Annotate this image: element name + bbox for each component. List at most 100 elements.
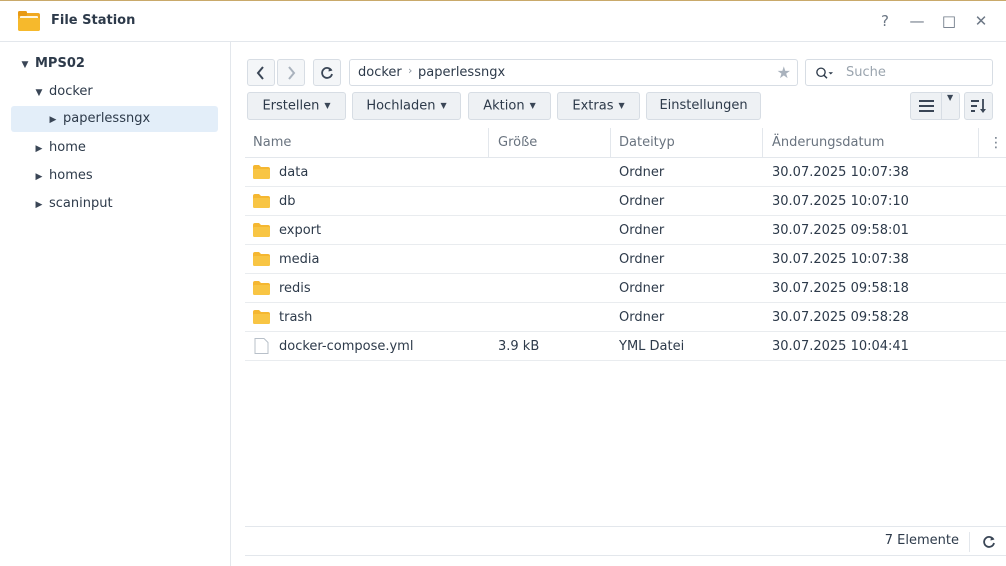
caret-right-icon[interactable]: ▶ — [32, 164, 46, 190]
dropdown-arrow-icon: ▼ — [324, 101, 331, 110]
table-row[interactable]: redis Ordner 30.07.2025 09:58:18 — [245, 274, 1006, 303]
file-type: Ordner — [619, 165, 665, 180]
item-count: 7 Elemente — [884, 533, 959, 548]
table-row[interactable]: media Ordner 30.07.2025 10:07:38 — [245, 245, 1006, 274]
file-size: 3.9 kB — [498, 339, 540, 354]
folder-tree-sidebar: ▼ MPS02 ▼ docker ▶ paperlessngx ▶ home ▶ home… — [0, 42, 231, 566]
tree-item-label: home — [49, 140, 86, 155]
path-bar[interactable]: docker › paperlessngx ★ — [349, 59, 798, 86]
divider — [941, 93, 942, 119]
file-name: data — [279, 165, 309, 180]
back-button[interactable] — [247, 59, 275, 86]
breadcrumb-paperlessngx[interactable]: paperlessngx — [418, 65, 505, 80]
search-icon[interactable] — [815, 64, 833, 82]
tree-item-scaninput[interactable]: ▶ scaninput — [32, 191, 113, 217]
maximize-button[interactable]: □ — [939, 11, 959, 31]
caret-right-icon[interactable]: ▶ — [46, 107, 60, 133]
refresh-icon — [321, 67, 333, 79]
caret-right-icon[interactable]: ▶ — [32, 192, 46, 218]
file-modified: 30.07.2025 10:07:10 — [772, 194, 909, 209]
file-modified: 30.07.2025 10:04:41 — [772, 339, 909, 354]
tree-root-label: MPS02 — [35, 56, 85, 71]
folder-icon — [253, 281, 270, 295]
tree-item-docker[interactable]: ▼ docker — [32, 79, 93, 105]
column-header-type[interactable]: Dateityp — [611, 128, 675, 158]
file-modified: 30.07.2025 10:07:38 — [772, 165, 909, 180]
file-name: trash — [279, 310, 313, 325]
caret-right-icon[interactable]: ▶ — [32, 136, 46, 162]
table-row[interactable]: docker-compose.yml 3.9 kB YML Datei 30.07.2… — [245, 332, 1006, 361]
table-row[interactable]: db Ordner 30.07.2025 10:07:10 — [245, 187, 1006, 216]
breadcrumb-docker[interactable]: docker — [358, 65, 402, 80]
tree-item-home[interactable]: ▶ home — [32, 135, 86, 161]
file-name: db — [279, 194, 296, 209]
tree-item-label: docker — [49, 84, 93, 99]
folder-icon — [253, 310, 270, 324]
search-input[interactable]: Suche — [846, 65, 886, 80]
file-station-window: File Station ? — □ ✕ ▼ MPS02 ▼ docker ▶ pap… — [0, 0, 1006, 566]
file-modified: 30.07.2025 10:07:38 — [772, 252, 909, 267]
settings-button-label: Einstellungen — [659, 98, 748, 113]
file-modified: 30.07.2025 09:58:01 — [772, 223, 909, 238]
tree-item-label: paperlessngx — [63, 111, 151, 126]
upload-button[interactable]: Hochladen ▼ — [352, 92, 461, 120]
column-divider[interactable] — [978, 128, 979, 158]
search-box[interactable]: Suche — [805, 59, 993, 86]
help-button[interactable]: ? — [875, 11, 895, 31]
file-name: media — [279, 252, 320, 267]
view-mode-button[interactable]: ▼ — [910, 92, 960, 120]
file-name: docker-compose.yml — [279, 339, 414, 354]
file-type: Ordner — [619, 281, 665, 296]
table-row[interactable]: data Ordner 30.07.2025 10:07:38 — [245, 158, 1006, 187]
status-bar: 7 Elemente — [245, 526, 1006, 556]
create-button[interactable]: Erstellen ▼ — [247, 92, 346, 120]
tree-item-paperlessngx[interactable]: ▶ paperlessngx — [11, 106, 218, 132]
tools-button[interactable]: Extras ▼ — [557, 92, 640, 120]
star-icon[interactable]: ★ — [777, 63, 791, 82]
file-type: Ordner — [619, 252, 665, 267]
file-icon — [254, 338, 269, 354]
folder-icon — [253, 194, 270, 208]
chevron-left-icon — [256, 66, 264, 80]
app-title: File Station — [51, 13, 136, 28]
caret-down-icon[interactable]: ▼ — [32, 80, 46, 106]
table-row[interactable]: trash Ordner 30.07.2025 09:58:28 — [245, 303, 1006, 332]
main-panel: docker › paperlessngx ★ Suche Erstellen ▼… — [232, 42, 1006, 566]
folder-icon — [253, 252, 270, 266]
column-divider[interactable] — [488, 128, 489, 158]
column-menu-icon[interactable]: ⋮ — [981, 128, 1003, 158]
close-button[interactable]: ✕ — [971, 11, 991, 31]
table-row[interactable]: export Ordner 30.07.2025 09:58:01 — [245, 216, 1006, 245]
refresh-icon[interactable] — [982, 535, 996, 549]
minimize-button[interactable]: — — [907, 11, 927, 31]
refresh-button[interactable] — [313, 59, 341, 86]
file-modified: 30.07.2025 09:58:18 — [772, 281, 909, 296]
forward-button[interactable] — [277, 59, 305, 86]
folder-icon — [253, 165, 270, 179]
file-type: YML Datei — [619, 339, 685, 354]
create-button-label: Erstellen — [262, 98, 320, 114]
file-station-app-icon — [18, 11, 40, 31]
action-button[interactable]: Aktion ▼ — [468, 92, 551, 120]
breadcrumb-separator-icon: › — [408, 64, 413, 77]
file-type: Ordner — [619, 310, 665, 325]
title-bar: File Station ? — □ ✕ — [0, 1, 1006, 42]
settings-button[interactable]: Einstellungen — [646, 92, 761, 120]
tree-root-mps02[interactable]: ▼ MPS02 — [18, 51, 85, 77]
sort-button[interactable] — [964, 92, 993, 120]
column-header-size[interactable]: Größe — [490, 128, 537, 158]
sort-icon — [971, 99, 986, 113]
file-name: export — [279, 223, 322, 238]
caret-down-icon[interactable]: ▼ — [18, 52, 32, 78]
column-header-name[interactable]: Name — [245, 128, 291, 158]
file-modified: 30.07.2025 09:58:28 — [772, 310, 909, 325]
column-header-modified[interactable]: Änderungsdatum — [764, 128, 884, 158]
file-type: Ordner — [619, 223, 665, 238]
column-divider[interactable] — [762, 128, 763, 158]
folder-icon — [253, 223, 270, 237]
table-header: Name Größe Dateityp Änderungsdatum ⋮ — [245, 128, 1006, 158]
dropdown-arrow-icon[interactable]: ▼ — [947, 93, 953, 102]
upload-button-label: Hochladen — [366, 98, 436, 114]
divider — [969, 532, 970, 552]
tree-item-homes[interactable]: ▶ homes — [32, 163, 93, 189]
